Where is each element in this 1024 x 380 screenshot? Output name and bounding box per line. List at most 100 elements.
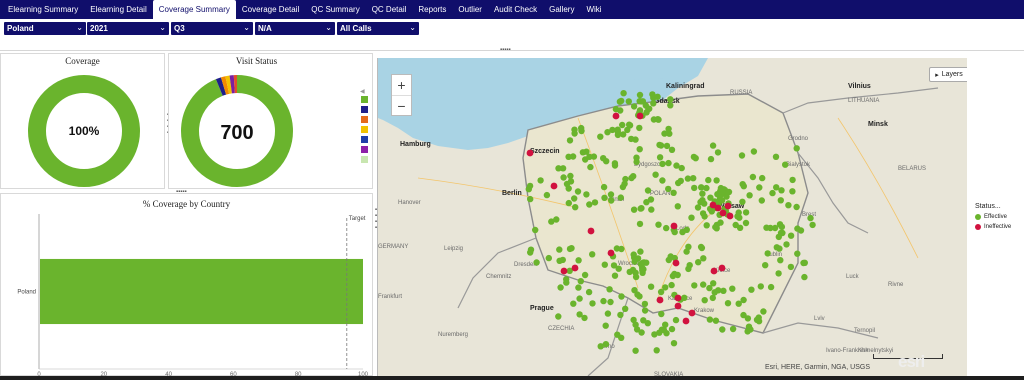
map-marker-effective[interactable] bbox=[724, 300, 732, 307]
map-marker-effective[interactable] bbox=[633, 158, 640, 166]
map-marker-effective[interactable] bbox=[740, 183, 747, 190]
tab-coverage-detail[interactable]: Coverage Detail bbox=[236, 0, 305, 19]
map-marker-effective[interactable] bbox=[717, 184, 725, 192]
map-marker-effective[interactable] bbox=[783, 241, 790, 248]
map-marker-ineffective[interactable] bbox=[709, 201, 717, 209]
map-marker-effective[interactable] bbox=[527, 246, 535, 253]
map-marker-effective[interactable] bbox=[789, 188, 796, 195]
map-marker-effective[interactable] bbox=[600, 183, 608, 191]
map-marker-effective[interactable] bbox=[675, 179, 682, 187]
map-marker-effective[interactable] bbox=[591, 199, 599, 206]
map-marker-effective[interactable] bbox=[699, 190, 706, 197]
map-marker-effective[interactable] bbox=[700, 255, 707, 262]
map-marker-effective[interactable] bbox=[665, 256, 672, 264]
map-marker-effective[interactable] bbox=[705, 176, 712, 184]
map-marker-ineffective[interactable] bbox=[710, 267, 718, 275]
map-marker-effective[interactable] bbox=[714, 149, 722, 156]
legend-swatch[interactable] bbox=[361, 146, 368, 153]
map-marker-effective[interactable] bbox=[626, 121, 633, 128]
map-marker-effective[interactable] bbox=[618, 97, 625, 105]
map-marker-effective[interactable] bbox=[636, 146, 643, 153]
tab-coverage-summary[interactable]: Coverage Summary bbox=[152, 0, 236, 19]
map-marker-effective[interactable] bbox=[712, 223, 719, 231]
map-marker-effective[interactable] bbox=[589, 300, 596, 307]
map-marker-effective[interactable] bbox=[683, 226, 690, 233]
map-marker-effective[interactable] bbox=[665, 125, 672, 133]
map-marker-effective[interactable] bbox=[647, 283, 655, 290]
map-marker-effective[interactable] bbox=[637, 248, 644, 255]
map-marker-effective[interactable] bbox=[665, 185, 672, 193]
map-marker-ineffective[interactable] bbox=[674, 302, 682, 310]
map-marker-effective[interactable] bbox=[777, 229, 785, 237]
map-marker-effective[interactable] bbox=[654, 116, 661, 123]
map-marker-effective[interactable] bbox=[659, 177, 666, 184]
map-marker-effective[interactable] bbox=[634, 291, 641, 298]
map-marker-effective[interactable] bbox=[753, 316, 761, 323]
map-marker-effective[interactable] bbox=[809, 221, 816, 229]
map-marker-effective[interactable] bbox=[782, 161, 789, 168]
map-marker-effective[interactable] bbox=[615, 265, 622, 272]
map-marker-effective[interactable] bbox=[619, 121, 626, 129]
map-marker-effective[interactable] bbox=[665, 159, 672, 167]
map-marker-effective[interactable] bbox=[688, 214, 695, 221]
year-select[interactable]: 2021 ⌄ bbox=[87, 22, 169, 35]
map-marker-effective[interactable] bbox=[699, 197, 706, 204]
map-marker-effective[interactable] bbox=[670, 340, 678, 347]
legend-swatch[interactable] bbox=[361, 126, 368, 133]
map-marker-effective[interactable] bbox=[789, 176, 796, 184]
map-marker-ineffective[interactable] bbox=[612, 112, 620, 120]
map-marker-effective[interactable] bbox=[740, 296, 747, 304]
map-marker-effective[interactable] bbox=[526, 182, 534, 190]
map-marker-effective[interactable] bbox=[703, 222, 710, 229]
map-marker-effective[interactable] bbox=[807, 214, 814, 222]
map-marker-effective[interactable] bbox=[742, 219, 750, 227]
map-marker-effective[interactable] bbox=[748, 286, 755, 293]
map-marker-effective[interactable] bbox=[769, 189, 776, 197]
map-marker-effective[interactable] bbox=[794, 225, 801, 232]
map-marker-effective[interactable] bbox=[663, 224, 670, 232]
map-marker-ineffective[interactable] bbox=[726, 212, 734, 220]
map-marker-effective[interactable] bbox=[749, 173, 757, 181]
map-marker-effective[interactable] bbox=[560, 174, 567, 181]
map-marker-effective[interactable] bbox=[611, 162, 619, 169]
map-marker-effective[interactable] bbox=[618, 293, 625, 300]
map-marker-ineffective[interactable] bbox=[670, 222, 678, 230]
map-marker-effective[interactable] bbox=[717, 219, 724, 226]
map-marker-effective[interactable] bbox=[694, 204, 702, 211]
map-marker-effective[interactable] bbox=[678, 164, 685, 172]
map-marker-effective[interactable] bbox=[647, 196, 655, 203]
map-marker-effective[interactable] bbox=[793, 203, 800, 211]
map-marker-effective[interactable] bbox=[663, 142, 671, 150]
map-marker-effective[interactable] bbox=[545, 254, 552, 262]
map-marker-effective[interactable] bbox=[777, 257, 784, 264]
map-marker-effective[interactable] bbox=[657, 142, 665, 149]
map-marker-effective[interactable] bbox=[640, 266, 647, 273]
map-marker-effective[interactable] bbox=[648, 206, 655, 213]
map-marker-effective[interactable] bbox=[646, 105, 653, 112]
map-marker-effective[interactable] bbox=[622, 175, 629, 183]
map-marker-effective[interactable] bbox=[787, 232, 795, 239]
map-marker-effective[interactable] bbox=[719, 326, 726, 333]
map-marker-effective[interactable] bbox=[589, 251, 596, 258]
map-marker-effective[interactable] bbox=[602, 322, 609, 329]
map-marker-effective[interactable] bbox=[736, 224, 744, 231]
map-marker-effective[interactable] bbox=[537, 177, 544, 184]
map-marker-ineffective[interactable] bbox=[682, 317, 690, 325]
map-marker-effective[interactable] bbox=[543, 191, 551, 199]
map-marker-effective[interactable] bbox=[563, 279, 570, 286]
legend-swatch[interactable] bbox=[361, 156, 368, 163]
map-marker-effective[interactable] bbox=[581, 271, 589, 279]
map-marker-effective[interactable] bbox=[668, 325, 676, 333]
map-marker-effective[interactable] bbox=[775, 270, 782, 277]
map-marker-effective[interactable] bbox=[557, 284, 564, 291]
map-marker-effective[interactable] bbox=[638, 205, 645, 212]
tab-elearning-detail[interactable]: Elearning Detail bbox=[84, 0, 152, 19]
map-marker-effective[interactable] bbox=[656, 154, 664, 161]
map-marker-ineffective[interactable] bbox=[636, 112, 644, 120]
map-marker-effective[interactable] bbox=[587, 163, 594, 171]
map-marker-ineffective[interactable] bbox=[526, 149, 534, 157]
map-marker-effective[interactable] bbox=[670, 189, 677, 196]
map-marker-effective[interactable] bbox=[801, 273, 808, 281]
map-marker-effective[interactable] bbox=[701, 297, 708, 304]
map-marker-effective[interactable] bbox=[760, 308, 767, 315]
